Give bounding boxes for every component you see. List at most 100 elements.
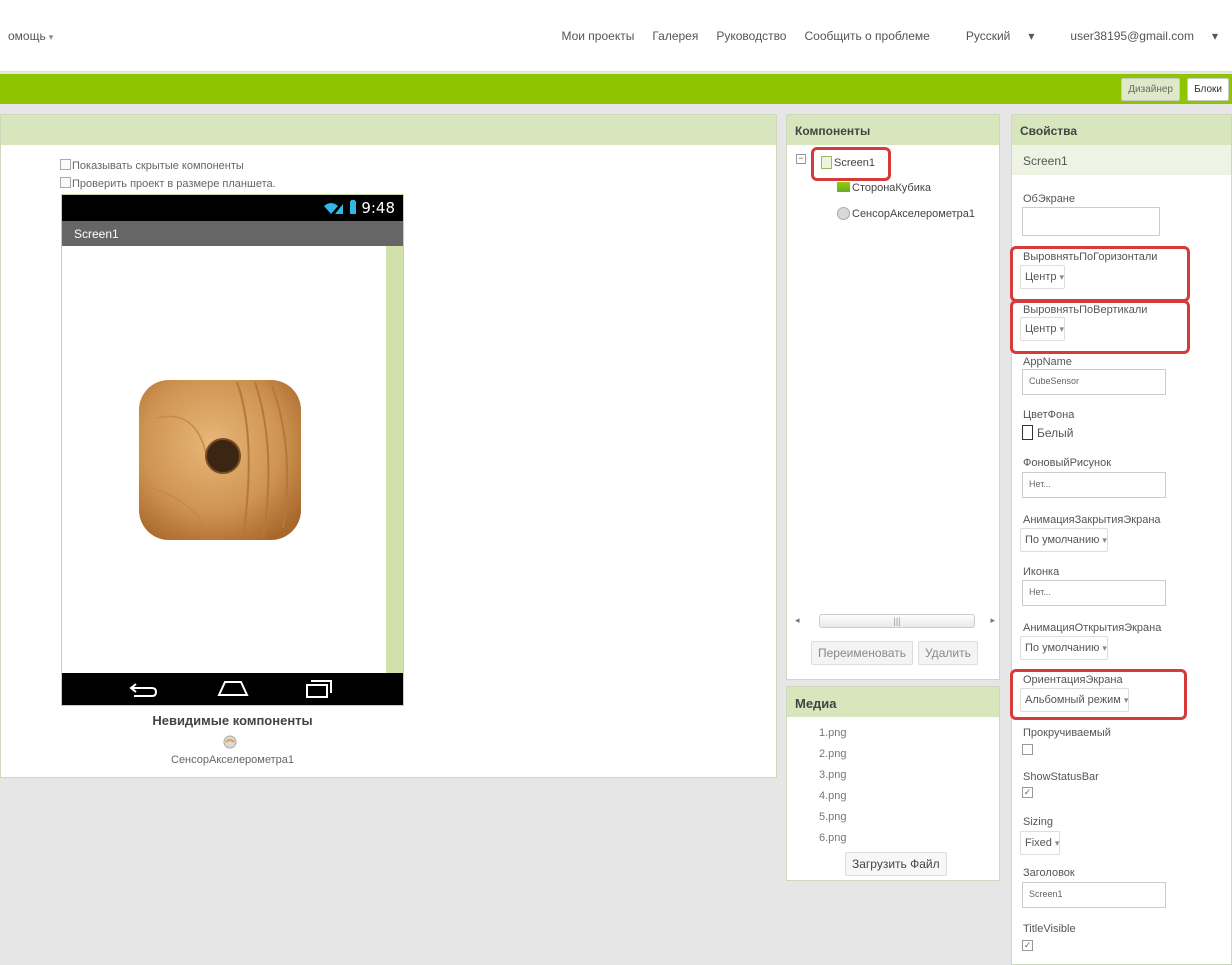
- nav-report-issue[interactable]: Сообщить о проблеме: [804, 29, 929, 43]
- media-file[interactable]: 6.png: [819, 832, 847, 844]
- phone-navigation-bar: [62, 673, 403, 705]
- help-menu[interactable]: омощь ▾: [8, 29, 53, 43]
- tablet-size-label: Проверить проект в размере планшета.: [72, 178, 276, 190]
- nav-links: Мои проекты Галерея Руководство Сообщить…: [543, 29, 1218, 43]
- align-v-label: ВыровнятьПоВертикали: [1023, 304, 1148, 316]
- tree-item-accelerometer-label: СенсорАкселерометра1: [852, 208, 975, 220]
- battery-icon: [350, 200, 356, 214]
- icon-input[interactable]: Нет...: [1022, 580, 1166, 606]
- invisible-components-title: Невидимые компоненты: [152, 713, 313, 728]
- back-icon[interactable]: [128, 680, 158, 698]
- align-h-label: ВыровнятьПоГоризонтали: [1023, 251, 1158, 263]
- sizing-label: Sizing: [1023, 816, 1053, 828]
- bgcolor-value: Белый: [1037, 426, 1074, 440]
- tree-item-cube-face-label: СторонаКубика: [852, 182, 932, 194]
- bgcolor-label: ЦветФона: [1023, 409, 1075, 421]
- scrollable-checkbox[interactable]: [1022, 744, 1033, 755]
- scroll-right-icon[interactable]: ▸: [990, 615, 995, 626]
- toolbar: Дизайнер Блоки: [0, 74, 1232, 104]
- tree-item-accelerometer[interactable]: СенсорАкселерометра1: [837, 207, 975, 220]
- cube-face-image[interactable]: [137, 378, 303, 542]
- sizing-value: Fixed: [1025, 837, 1052, 849]
- open-anim-select[interactable]: По умолчанию ▾: [1020, 636, 1108, 660]
- chevron-down-icon: ▾: [1123, 695, 1129, 705]
- align-v-select[interactable]: Центр ▾: [1020, 317, 1066, 341]
- phone-clock: 9:48: [361, 199, 395, 217]
- viewer-header: [1, 115, 776, 145]
- tablet-size-checkbox[interactable]: [60, 177, 71, 188]
- phone-screen-title: Screen1: [74, 227, 119, 241]
- account-menu[interactable]: user38195@gmail.com ▾: [1052, 29, 1218, 43]
- phone-status-bar: 9:48: [62, 195, 403, 221]
- scrollable-label: Прокручиваемый: [1023, 727, 1111, 739]
- designer-button[interactable]: Дизайнер: [1121, 78, 1180, 101]
- components-title: Компоненты: [787, 115, 999, 145]
- collapse-tree-icon[interactable]: −: [796, 154, 806, 164]
- open-anim-value: По умолчанию: [1025, 642, 1100, 654]
- bgimage-input[interactable]: Нет...: [1022, 472, 1166, 498]
- rename-button[interactable]: Переименовать: [811, 641, 913, 665]
- bgimage-label: ФоновыйРисунок: [1023, 457, 1112, 469]
- phone-scroll-area: [386, 246, 403, 674]
- nav-gallery[interactable]: Галерея: [652, 29, 698, 43]
- properties-title: Свойства: [1012, 115, 1231, 145]
- title-input[interactable]: Screen1: [1022, 882, 1166, 908]
- show-hidden-label: Показывать скрытые компоненты: [72, 160, 244, 172]
- sensor-icon: [837, 207, 850, 220]
- close-anim-value: По умолчанию: [1025, 534, 1100, 546]
- statusbar-checkbox[interactable]: ✓: [1022, 787, 1033, 798]
- chevron-down-icon: ▾: [1102, 643, 1107, 653]
- titlevisible-checkbox[interactable]: ✓: [1022, 940, 1033, 951]
- chevron-down-icon: ▾: [1054, 838, 1060, 848]
- tree-item-screen1[interactable]: Screen1: [821, 156, 875, 169]
- phone-title-bar: Screen1: [62, 221, 403, 246]
- show-hidden-checkbox[interactable]: [60, 159, 71, 170]
- blocks-button[interactable]: Блоки: [1187, 78, 1229, 101]
- media-file[interactable]: 3.png: [819, 769, 847, 781]
- home-icon[interactable]: [217, 679, 249, 697]
- screen-icon: [821, 156, 832, 169]
- titlevisible-label: TitleVisible: [1023, 923, 1076, 935]
- language-label: Русский: [965, 29, 1011, 43]
- help-menu-label: омощь: [8, 29, 46, 43]
- wifi-signal-icon: [324, 203, 343, 214]
- phone-preview: 9:48 Screen1: [61, 194, 404, 706]
- nav-guide[interactable]: Руководство: [716, 29, 786, 43]
- scroll-left-icon[interactable]: ◂: [795, 615, 800, 626]
- close-anim-select[interactable]: По умолчанию ▾: [1020, 528, 1108, 552]
- image-icon: [837, 182, 850, 192]
- account-label: user38195@gmail.com: [1070, 29, 1194, 43]
- horizontal-scrollbar[interactable]: ◂ ||| ▸: [795, 613, 995, 629]
- appname-input[interactable]: CubeSensor: [1022, 369, 1166, 395]
- sizing-select[interactable]: Fixed ▾: [1020, 831, 1061, 855]
- invisible-component-label: СенсорАкселерометра1: [171, 754, 294, 766]
- viewer-panel: Показывать скрытые компоненты Проверить …: [0, 114, 777, 778]
- media-file[interactable]: 5.png: [819, 811, 847, 823]
- recent-apps-icon[interactable]: [305, 679, 333, 699]
- bgcolor-picker[interactable]: Белый: [1022, 425, 1073, 440]
- tree-item-cube-face[interactable]: СторонаКубика: [837, 182, 931, 194]
- close-anim-label: АнимацияЗакрытияЭкрана: [1023, 514, 1161, 526]
- chevron-down-icon: ▾: [1211, 29, 1218, 43]
- media-file[interactable]: 2.png: [819, 748, 847, 760]
- components-panel: Компоненты − Screen1 СторонаКубика Сенсо…: [786, 114, 1000, 680]
- about-textarea[interactable]: [1022, 207, 1160, 236]
- language-menu[interactable]: Русский ▾: [948, 29, 1035, 43]
- tablet-size-option[interactable]: Проверить проект в размере планшета.: [60, 177, 276, 190]
- scroll-thumb[interactable]: |||: [819, 614, 975, 628]
- show-hidden-option[interactable]: Показывать скрытые компоненты: [60, 159, 244, 172]
- upload-file-button[interactable]: Загрузить Файл: [845, 852, 947, 876]
- media-file[interactable]: 4.png: [819, 790, 847, 802]
- media-title: Медиа: [787, 687, 999, 717]
- tree-item-screen1-label: Screen1: [834, 157, 875, 169]
- nav-my-projects[interactable]: Мои проекты: [561, 29, 634, 43]
- open-anim-label: АнимацияОткрытияЭкрана: [1023, 622, 1162, 634]
- accelerometer-sensor-icon: [223, 735, 237, 749]
- align-h-select[interactable]: Центр ▾: [1020, 265, 1066, 289]
- delete-button[interactable]: Удалить: [918, 641, 978, 665]
- orientation-select[interactable]: Альбомный режим ▾: [1020, 688, 1130, 712]
- statusbar-label: ShowStatusBar: [1023, 771, 1099, 783]
- selected-component-name: Screen1: [1012, 145, 1231, 175]
- media-file[interactable]: 1.png: [819, 727, 847, 739]
- properties-panel: Свойства Screen1 ОбЭкране ВыровнятьПоГор…: [1010, 114, 1232, 965]
